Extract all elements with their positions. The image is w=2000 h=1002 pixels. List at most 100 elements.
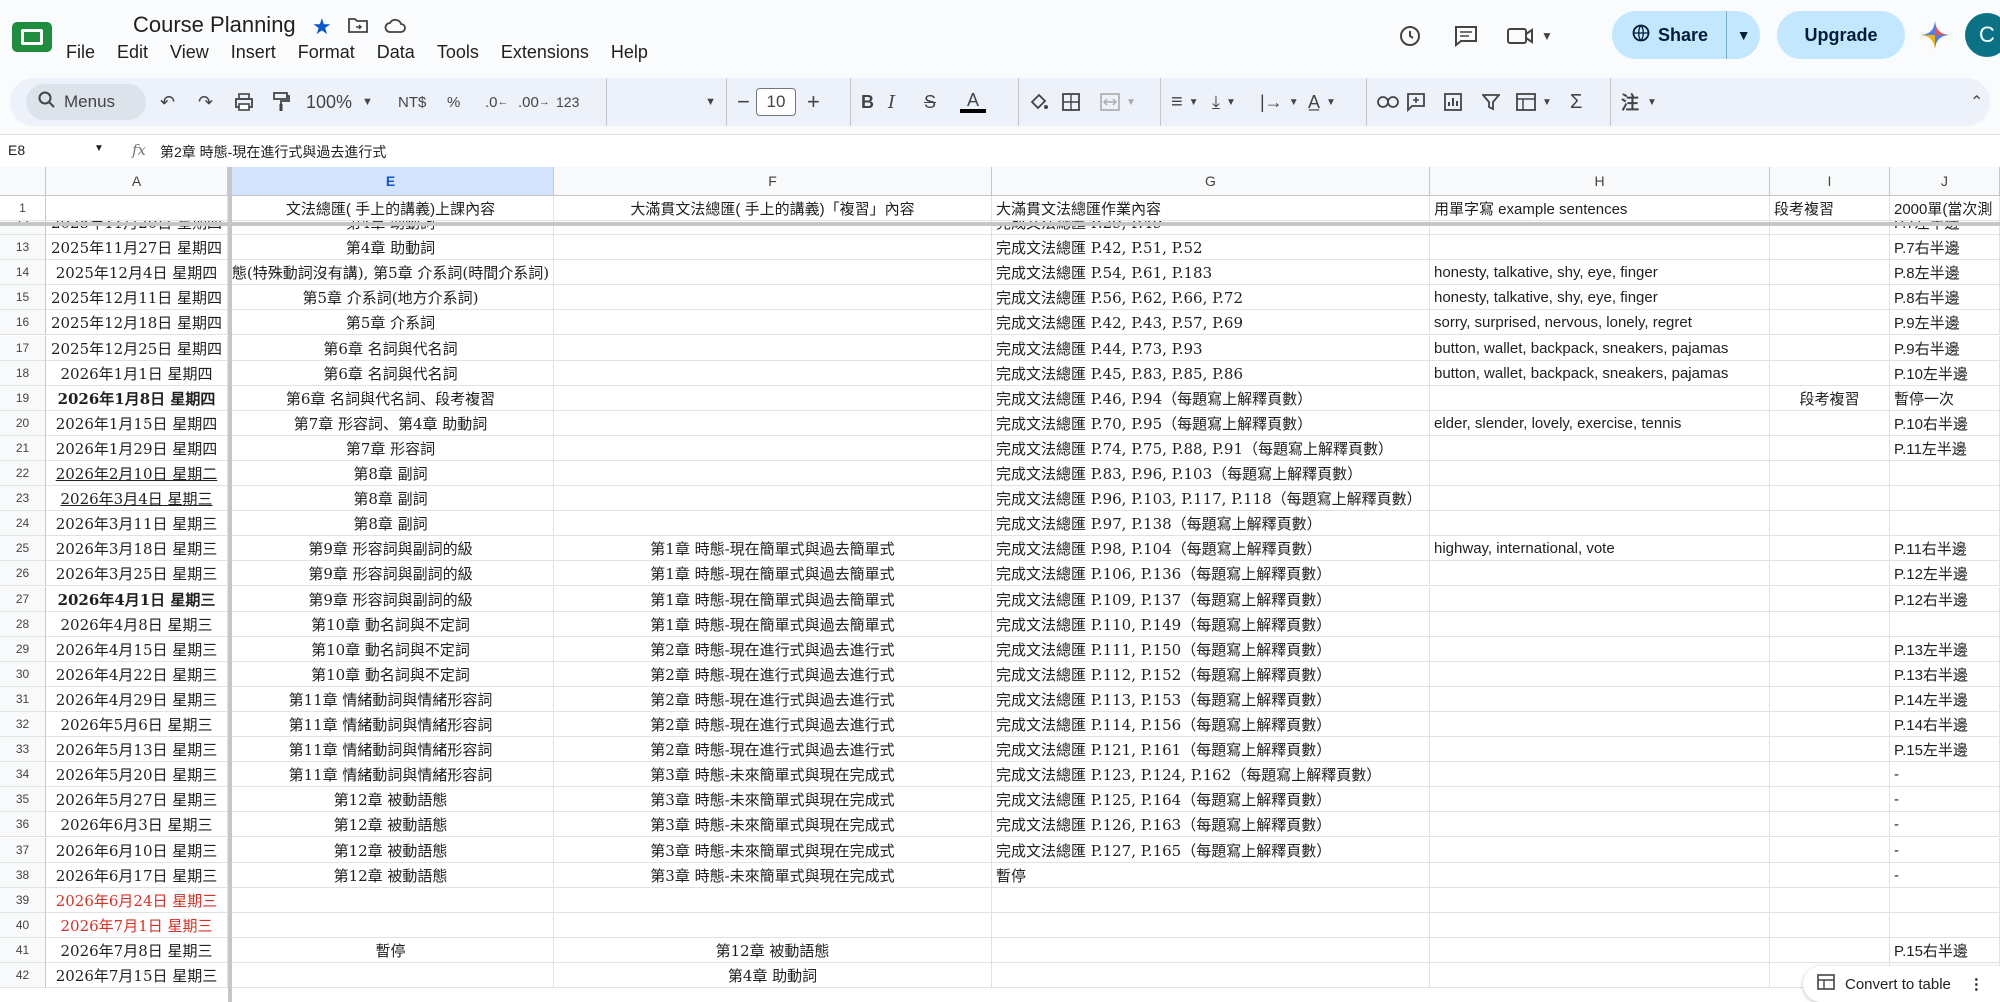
cell-J[interactable]: P.10右半邊 <box>1890 411 2000 436</box>
select-all-corner[interactable] <box>0 167 46 196</box>
row-header[interactable]: 26 <box>0 561 46 586</box>
cell-F[interactable]: 第2章 時態-現在進行式與過去進行式 <box>554 662 992 687</box>
column-header-A[interactable]: A <box>46 167 228 196</box>
column-header-G[interactable]: G <box>992 167 1430 196</box>
insert-chart-icon[interactable] <box>1444 78 1462 126</box>
cell-J[interactable] <box>1890 486 2000 511</box>
row-header[interactable]: 28 <box>0 612 46 637</box>
bold-icon[interactable]: B <box>850 78 874 126</box>
cell-J[interactable]: P.14左半邊 <box>1890 687 2000 712</box>
cell-F[interactable]: 第1章 時態-現在簡單式與過去簡單式 <box>554 561 992 586</box>
share-dropdown-chevron-icon[interactable]: ▼ <box>1726 11 1760 59</box>
more-options-icon[interactable]: ⋮ <box>1969 975 1984 993</box>
cell-I[interactable] <box>1770 436 1890 461</box>
cell-J[interactable]: P.7右半邊 <box>1890 235 2000 260</box>
paint-format-icon[interactable] <box>272 78 290 126</box>
font-family-select[interactable]: ▼ <box>606 78 716 126</box>
column-header-I[interactable]: I <box>1770 167 1890 196</box>
input-tools-icon[interactable]: 注 ▼ <box>1610 78 1657 126</box>
increase-font-size-icon[interactable]: + <box>807 78 820 126</box>
cell-F[interactable] <box>554 285 992 310</box>
column-header-E[interactable]: E <box>228 167 554 196</box>
chevron-down-icon[interactable]: ▼ <box>94 143 104 154</box>
cell-A[interactable]: 2025年12月4日 星期四 <box>46 260 228 285</box>
row-header[interactable]: 29 <box>0 637 46 662</box>
menu-view[interactable]: View <box>170 42 209 63</box>
cell-J[interactable]: 暫停一次 <box>1890 386 2000 411</box>
cell-I[interactable] <box>1770 662 1890 687</box>
cell-A[interactable]: 2026年3月18日 星期三 <box>46 536 228 561</box>
cell-I[interactable] <box>1770 687 1890 712</box>
cell-J[interactable]: P.12左半邊 <box>1890 561 2000 586</box>
cell-A[interactable]: 2026年4月29日 星期三 <box>46 687 228 712</box>
cell-I[interactable] <box>1770 612 1890 637</box>
cell-H[interactable] <box>1430 386 1770 411</box>
cell-G[interactable]: 完成文法總匯 P.70, P.95（每題寫上解釋頁數） <box>992 411 1430 436</box>
menu-file[interactable]: File <box>66 42 95 63</box>
cell-F[interactable] <box>554 913 992 938</box>
cell-G[interactable] <box>992 938 1430 963</box>
convert-to-table-button[interactable]: Convert to table ⋮ <box>1803 966 2000 1002</box>
comments-icon[interactable] <box>1446 16 1486 56</box>
cell-A[interactable]: 2026年1月8日 星期四 <box>46 386 228 411</box>
cell-G[interactable]: 完成文法總匯 P.112, P.152（每題寫上解釋頁數） <box>992 662 1430 687</box>
header-cell-E[interactable]: 文法總匯( 手上的講義)上課內容 <box>228 196 554 221</box>
cell-I[interactable] <box>1770 787 1890 812</box>
cell-F[interactable]: 第2章 時態-現在進行式與過去進行式 <box>554 737 992 762</box>
cell-F[interactable]: 第3章 時態-未來簡單式與現在完成式 <box>554 762 992 787</box>
document-title[interactable]: Course Planning <box>133 12 296 38</box>
row-header[interactable]: 34 <box>0 762 46 787</box>
insert-link-icon[interactable] <box>1366 78 1399 126</box>
cell-F[interactable] <box>554 461 992 486</box>
row-header[interactable]: 35 <box>0 787 46 812</box>
cell-E[interactable]: 第8章 副詞 <box>228 461 554 486</box>
header-cell-I[interactable]: 段考複習 <box>1770 196 1890 221</box>
insert-comment-icon[interactable] <box>1406 78 1426 126</box>
row-header[interactable]: 17 <box>0 336 46 361</box>
row-header[interactable]: 31 <box>0 687 46 712</box>
column-header-H[interactable]: H <box>1430 167 1770 196</box>
cell-J[interactable]: - <box>1890 812 2000 837</box>
currency-format-button[interactable]: NT$ <box>398 78 426 126</box>
cell-E[interactable]: 第7章 形容詞 <box>228 436 554 461</box>
cell-I[interactable] <box>1770 310 1890 335</box>
cell-H[interactable]: button, wallet, backpack, sneakers, paja… <box>1430 336 1770 361</box>
row-header[interactable]: 1 <box>0 196 46 221</box>
undo-icon[interactable]: ↶ <box>160 78 175 126</box>
row-header[interactable]: 20 <box>0 411 46 436</box>
cell-A[interactable]: 2026年7月8日 星期三 <box>46 938 228 963</box>
cell-A[interactable]: 2025年12月11日 星期四 <box>46 285 228 310</box>
cell-E[interactable]: 態(特殊動詞沒有講), 第5章 介系詞(時間介系詞) <box>228 260 554 285</box>
row-header[interactable]: 25 <box>0 536 46 561</box>
cell-E[interactable]: 第8章 副詞 <box>228 486 554 511</box>
cell-A[interactable]: 2026年1月29日 星期四 <box>46 436 228 461</box>
cell-A[interactable]: 2026年1月15日 星期四 <box>46 411 228 436</box>
cell-I[interactable] <box>1770 637 1890 662</box>
cell-J[interactable]: P.13右半邊 <box>1890 662 2000 687</box>
cell-F[interactable]: 第2章 時態-現在進行式與過去進行式 <box>554 637 992 662</box>
borders-icon[interactable] <box>1062 78 1080 126</box>
cell-E[interactable] <box>228 963 554 988</box>
row-header[interactable]: 22 <box>0 461 46 486</box>
cell-G[interactable]: 完成文法總匯 P.42, P.51, P.52 <box>992 235 1430 260</box>
row-header[interactable]: 21 <box>0 436 46 461</box>
row-header[interactable]: 41 <box>0 938 46 963</box>
cell-F[interactable] <box>554 260 992 285</box>
avatar[interactable]: C <box>1965 13 2000 57</box>
cell-E[interactable]: 第10章 動名詞與不定詞 <box>228 612 554 637</box>
cell-I[interactable] <box>1770 411 1890 436</box>
cell-F[interactable] <box>554 386 992 411</box>
cell-H[interactable]: honesty, talkative, shy, eye, finger <box>1430 285 1770 310</box>
row-header[interactable]: 38 <box>0 863 46 888</box>
row-header[interactable]: 15 <box>0 285 46 310</box>
cell-F[interactable]: 第2章 時態-現在進行式與過去進行式 <box>554 712 992 737</box>
menu-extensions[interactable]: Extensions <box>501 42 589 63</box>
cell-G[interactable]: 完成文法總匯 P.127, P.165（每題寫上解釋頁數） <box>992 838 1430 863</box>
cell-G[interactable]: 暫停 <box>992 863 1430 888</box>
vertical-align-icon[interactable]: ⤓ ▼ <box>1212 78 1236 126</box>
number-format-button[interactable]: 123 <box>556 78 579 126</box>
cell-A[interactable]: 2026年6月3日 星期三 <box>46 812 228 837</box>
cell-J[interactable]: P.9左半邊 <box>1890 310 2000 335</box>
cell-E[interactable]: 第9章 形容詞與副詞的級 <box>228 561 554 586</box>
cell-H[interactable] <box>1430 662 1770 687</box>
